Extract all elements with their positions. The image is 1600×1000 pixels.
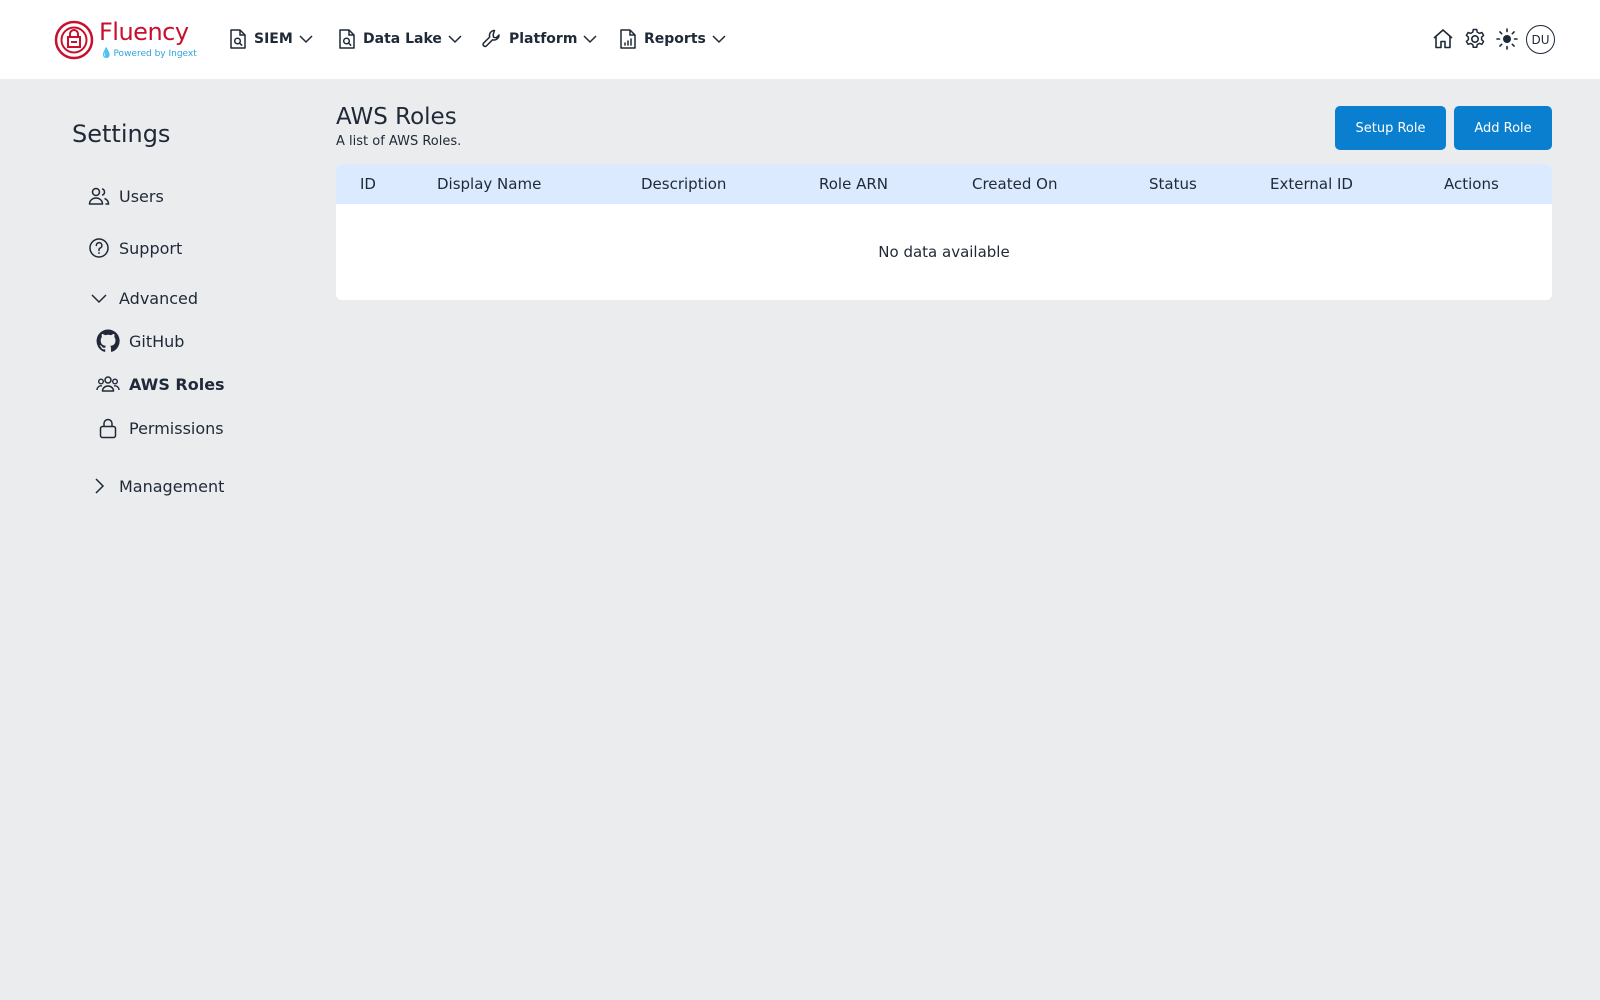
empty-state-text: No data available [878,243,1010,261]
column-header-id[interactable]: ID [360,175,376,193]
search-document-icon [230,29,246,49]
column-header-description[interactable]: Description [641,175,726,193]
sun-icon[interactable] [1495,27,1519,51]
user-group-icon [96,376,120,392]
wrench-icon [482,29,500,48]
report-document-icon [620,29,636,49]
chevron-down-icon [448,35,462,44]
top-bar: Fluency 💧Powered by Ingext SIEM Data Lak… [0,0,1600,79]
ingext-drop-icon: 💧 [100,48,113,59]
sidebar-item-label: Advanced [119,288,199,308]
home-icon[interactable] [1431,27,1455,51]
sidebar-item-aws-roles[interactable]: AWS Roles [96,373,225,395]
users-icon [88,187,110,205]
sidebar-item-label: Users [119,186,164,206]
column-header-actions: Actions [1444,175,1499,193]
add-role-button[interactable]: Add Role [1454,106,1552,150]
nav-siem-label: SIEM [254,31,293,47]
chevron-down-icon [299,35,313,44]
search-document-icon [339,29,355,49]
sidebar-item-github[interactable]: GitHub [96,329,184,353]
gear-icon[interactable] [1463,27,1487,51]
fluency-logo-mark-icon [54,20,94,60]
nav-platform[interactable]: Platform [481,24,597,54]
settings-title: Settings [72,120,171,148]
fluency-logo[interactable]: Fluency 💧Powered by Ingext [54,18,197,61]
sidebar-item-label: Support [119,238,183,258]
sidebar-item-advanced[interactable]: Advanced [88,287,198,309]
sidebar-item-users[interactable]: Users [88,185,164,207]
sidebar-item-management[interactable]: Management [88,475,224,497]
nav-siem[interactable]: SIEM [228,24,313,54]
sidebar-item-permissions[interactable]: Permissions [96,416,224,440]
github-icon [96,329,120,352]
nav-data-lake[interactable]: Data Lake [337,24,462,54]
chevron-down-icon [583,35,597,44]
lock-icon [99,418,117,439]
nav-data-lake-label: Data Lake [363,31,442,47]
nav-platform-label: Platform [509,31,578,47]
sidebar-item-support[interactable]: Support [88,237,182,259]
chevron-right-icon [95,478,105,494]
column-header-external-id[interactable]: External ID [1270,175,1353,193]
logo-name: Fluency [99,18,189,46]
help-circle-icon [89,238,109,258]
column-header-status[interactable]: Status [1149,175,1197,193]
sidebar-item-label: AWS Roles [129,374,225,394]
sidebar-item-label: GitHub [129,331,185,351]
table-header: ID Display Name Description Role ARN Cre… [336,164,1552,204]
column-header-created-on[interactable]: Created On [972,175,1057,193]
page-subtitle: A list of AWS Roles. [336,134,462,149]
logo-tagline: 💧Powered by Ingext [100,48,197,59]
column-header-role-arn[interactable]: Role ARN [819,175,888,193]
aws-roles-table: ID Display Name Description Role ARN Cre… [336,164,1552,300]
user-avatar[interactable]: DU [1526,25,1555,54]
nav-reports[interactable]: Reports [618,24,726,54]
setup-role-button[interactable]: Setup Role [1335,106,1446,150]
logo-tagline-text: Powered by Ingext [113,49,197,59]
page-title: AWS Roles [336,104,457,130]
nav-reports-label: Reports [644,31,706,47]
chevron-down-icon [712,35,726,44]
chevron-down-icon [91,294,107,304]
column-header-display-name[interactable]: Display Name [437,175,541,193]
sidebar-item-label: Permissions [129,418,224,438]
sidebar-item-label: Management [119,476,225,496]
